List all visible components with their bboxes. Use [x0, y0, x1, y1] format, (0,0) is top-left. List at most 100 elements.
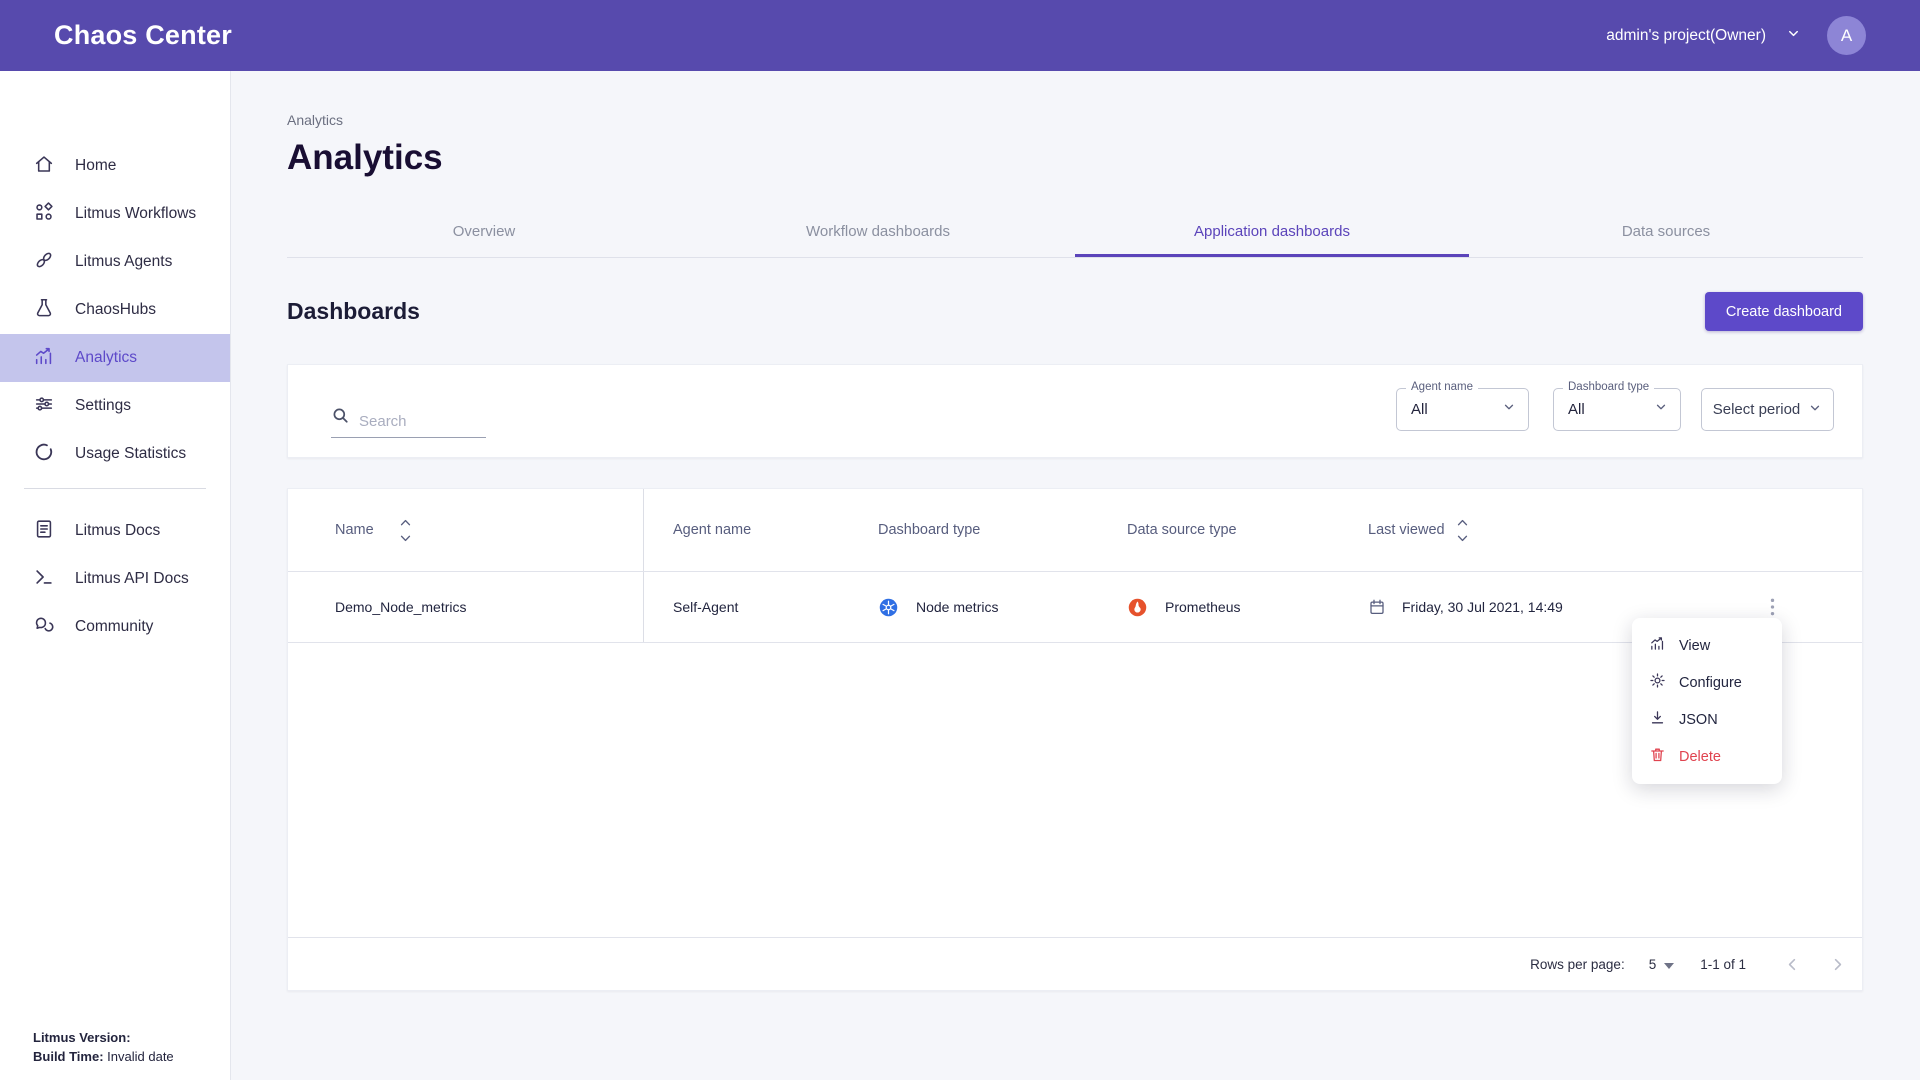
chaoshub-icon — [33, 297, 55, 324]
litmus-version-label: Litmus Version: — [33, 1030, 131, 1045]
calendar-icon — [1368, 598, 1386, 616]
chaos-center-app: Chaos Center admin's project(Owner) A Ho… — [0, 0, 1920, 1080]
create-dashboard-button[interactable]: Create dashboard — [1705, 292, 1863, 331]
column-header-dashboard-type: Dashboard type — [878, 489, 1127, 571]
row-kebab-menu-icon[interactable] — [1759, 594, 1785, 620]
usage-icon — [33, 441, 55, 468]
prometheus-icon — [1127, 597, 1148, 618]
column-header-actions — [1759, 489, 1862, 571]
sidebar-item-litmus-workflows[interactable]: Litmus Workflows — [0, 190, 230, 238]
agent-name-select[interactable]: Agent name All — [1396, 388, 1529, 431]
sidebar-item-chaoshubs[interactable]: ChaosHubs — [0, 286, 230, 334]
row-context-menu: View Configure JSON Delete — [1632, 618, 1782, 784]
search-field[interactable] — [331, 390, 486, 438]
chevron-down-icon — [1502, 400, 1516, 419]
home-icon — [33, 153, 55, 180]
sidebar-item-label: ChaosHubs — [75, 301, 156, 319]
sidebar-item-label: Litmus Docs — [75, 522, 160, 540]
sidebar-footer: Litmus Version: Build Time: Invalid date — [33, 1028, 174, 1066]
sidebar-item-litmus-docs[interactable]: Litmus Docs — [0, 507, 230, 555]
pagination-range-label: 1-1 of 1 — [1700, 957, 1746, 972]
brand-title: Chaos Center — [54, 20, 232, 51]
previous-page-icon[interactable] — [1782, 951, 1802, 977]
column-header-name: Name — [288, 489, 644, 571]
sidebar-item-label: Usage Statistics — [75, 445, 186, 463]
search-icon — [331, 406, 350, 430]
sidebar-item-label: Litmus Workflows — [75, 205, 196, 223]
sidebar-item-usage-statistics[interactable]: Usage Statistics — [0, 430, 230, 478]
project-label: admin's project(Owner) — [1606, 27, 1766, 45]
menu-item-json[interactable]: JSON — [1632, 701, 1782, 738]
dashboard-type-select-value: All — [1568, 401, 1585, 418]
dropdown-arrow-icon — [1664, 957, 1674, 972]
column-header-agent-name: Agent name — [644, 489, 878, 571]
breadcrumb[interactable]: Analytics — [287, 112, 1863, 128]
column-header-data-source-type: Data source type — [1127, 489, 1368, 571]
rows-per-page-select[interactable]: 5 — [1649, 957, 1675, 972]
cell-dashboard-type: Node metrics — [878, 572, 1127, 642]
sidebar-item-label: Litmus Agents — [75, 253, 172, 271]
workflows-icon — [33, 201, 55, 228]
trash-icon — [1649, 746, 1666, 767]
chart-icon — [1649, 635, 1666, 656]
select-period-button[interactable]: Select period — [1701, 388, 1834, 431]
next-page-icon[interactable] — [1828, 951, 1848, 977]
agent-name-select-label: Agent name — [1406, 381, 1478, 393]
menu-item-configure[interactable]: Configure — [1632, 664, 1782, 701]
search-input[interactable] — [359, 413, 469, 430]
dashboard-type-select-label: Dashboard type — [1563, 381, 1654, 393]
sidebar-item-settings[interactable]: Settings — [0, 382, 230, 430]
cell-agent-name: Self-Agent — [644, 572, 878, 642]
section-head: Dashboards Create dashboard — [287, 292, 1863, 331]
sidebar-nav-primary: Home Litmus Workflows Litmus Agents Chao… — [0, 71, 230, 478]
dashboard-type-select[interactable]: Dashboard type All — [1553, 388, 1681, 431]
tab-workflow-dashboards[interactable]: Workflow dashboards — [681, 209, 1075, 257]
tab-data-sources[interactable]: Data sources — [1469, 209, 1863, 257]
menu-item-view[interactable]: View — [1632, 627, 1782, 664]
main-content: Analytics Analytics Overview Workflow da… — [230, 71, 1920, 1080]
analytics-icon — [33, 345, 55, 372]
sort-descending-icon[interactable] — [400, 535, 411, 542]
project-switcher[interactable]: admin's project(Owner) — [1606, 26, 1801, 46]
rows-per-page-value: 5 — [1649, 957, 1657, 972]
avatar[interactable]: A — [1827, 16, 1866, 55]
build-time-value: Invalid date — [107, 1049, 174, 1064]
settings-icon — [33, 393, 55, 420]
chevron-down-icon — [1808, 401, 1822, 419]
table-header-row: Name Agent name Dashboard type Data sour… — [288, 489, 1862, 572]
sidebar-item-label: Litmus API Docs — [75, 570, 189, 588]
sort-ascending-icon[interactable] — [400, 519, 411, 526]
last-viewed-sort-control — [1457, 519, 1468, 542]
cell-name: Demo_Node_metrics — [288, 572, 644, 642]
tab-application-dashboards[interactable]: Application dashboards — [1075, 209, 1469, 257]
header-right: admin's project(Owner) A — [1606, 16, 1866, 55]
download-icon — [1649, 709, 1666, 730]
sidebar-item-home[interactable]: Home — [0, 142, 230, 190]
sidebar-item-litmus-agents[interactable]: Litmus Agents — [0, 238, 230, 286]
tab-bar: Overview Workflow dashboards Application… — [287, 209, 1863, 258]
sidebar-item-label: Settings — [75, 397, 131, 415]
terminal-icon — [33, 566, 55, 593]
sidebar: Home Litmus Workflows Litmus Agents Chao… — [0, 71, 231, 1080]
community-icon — [33, 614, 55, 641]
app-header: Chaos Center admin's project(Owner) A — [0, 0, 1920, 71]
tab-overview[interactable]: Overview — [287, 209, 681, 257]
docs-icon — [33, 518, 55, 545]
sidebar-divider — [24, 488, 206, 489]
chevron-down-icon — [1786, 26, 1801, 46]
sidebar-nav-secondary: Litmus Docs Litmus API Docs Community — [0, 499, 230, 651]
sidebar-item-analytics[interactable]: Analytics — [0, 334, 230, 382]
name-sort-control — [400, 519, 411, 542]
page-title: Analytics — [287, 136, 1863, 180]
select-period-label: Select period — [1713, 401, 1801, 418]
column-header-last-viewed: Last viewed — [1368, 489, 1759, 571]
sort-descending-icon[interactable] — [1457, 535, 1468, 542]
sidebar-item-community[interactable]: Community — [0, 603, 230, 651]
sidebar-item-litmus-api-docs[interactable]: Litmus API Docs — [0, 555, 230, 603]
build-time-label: Build Time: — [33, 1049, 104, 1064]
sort-ascending-icon[interactable] — [1457, 519, 1468, 526]
table-row[interactable]: Demo_Node_metrics Self-Agent Node metric… — [288, 572, 1862, 643]
menu-item-delete[interactable]: Delete — [1632, 738, 1782, 775]
rows-per-page-label: Rows per page: — [1530, 957, 1625, 972]
sidebar-item-label: Community — [75, 618, 153, 636]
